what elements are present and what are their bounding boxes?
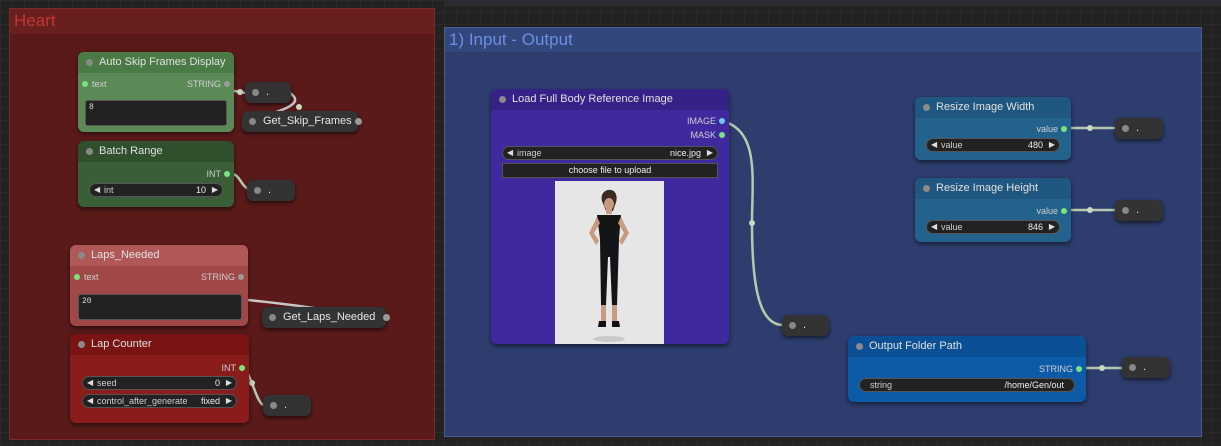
output-label: STRING <box>186 79 221 89</box>
output-label: value <box>1036 124 1058 134</box>
int-output-slot[interactable] <box>239 365 245 371</box>
get-laps-needed-node[interactable]: Get_Laps_Needed <box>262 307 390 328</box>
text-input-slot[interactable] <box>82 81 88 87</box>
increment-arrow-icon[interactable]: ▶ <box>226 377 232 389</box>
text-display-area[interactable]: 20 <box>78 294 242 320</box>
node-collapse-dot[interactable] <box>499 96 506 103</box>
increment-arrow-icon[interactable]: ▶ <box>212 184 218 196</box>
node-collapse-dot[interactable] <box>86 148 93 155</box>
reroute-node[interactable]: . <box>245 82 291 103</box>
output-label: STRING <box>1038 364 1073 374</box>
laps-needed-node[interactable]: Laps_Needed text STRING 20 <box>70 245 248 326</box>
reroute-node[interactable]: . <box>782 315 829 336</box>
node-collapse-dot[interactable] <box>923 185 930 192</box>
node-collapse-dot[interactable] <box>78 341 85 348</box>
image-output-slot[interactable] <box>719 118 725 124</box>
graph-canvas[interactable]: Heart 1) Input - Output Auto Skip Frames… <box>0 0 1221 446</box>
image-combo-widget[interactable]: ◀ image nice.jpg ▶ <box>502 146 718 160</box>
string-output-slot[interactable] <box>238 274 244 280</box>
reroute-node[interactable]: . <box>1115 118 1163 139</box>
input-label: text <box>84 272 99 282</box>
value-widget[interactable]: ◀ value 846 ▶ <box>926 220 1060 234</box>
decrement-arrow-icon[interactable]: ◀ <box>87 377 93 389</box>
heart-group-title: Heart <box>14 11 56 30</box>
value-widget[interactable]: ◀ value 480 ▶ <box>926 138 1060 152</box>
canvas-top-strip <box>445 0 1221 6</box>
node-title: Load Full Body Reference Image <box>512 93 673 105</box>
auto-skip-frames-node[interactable]: Auto Skip Frames Display text STRING 8 <box>78 52 234 132</box>
get-skip-frames-node[interactable]: Get_Skip_Frames <box>242 111 362 132</box>
output-label: MASK <box>690 130 716 140</box>
output-slot[interactable] <box>383 314 390 321</box>
increment-arrow-icon[interactable]: ▶ <box>1049 221 1055 233</box>
io-group-title: 1) Input - Output <box>449 30 573 49</box>
resize-width-node[interactable]: Resize Image Width value ◀ value 480 ▶ <box>915 97 1071 160</box>
node-collapse-dot[interactable] <box>86 59 93 66</box>
decrement-arrow-icon[interactable]: ◀ <box>94 184 100 196</box>
reroute-node[interactable]: . <box>1122 357 1170 378</box>
node-collapse-dot[interactable] <box>856 343 863 350</box>
previous-arrow-icon[interactable]: ◀ <box>87 395 93 407</box>
output-label: INT <box>221 363 237 373</box>
int-widget[interactable]: ◀ int 10 ▶ <box>89 183 223 197</box>
input-label: text <box>92 79 107 89</box>
reroute-node[interactable]: . <box>263 395 311 416</box>
output-slot[interactable] <box>355 118 362 125</box>
control-after-generate-widget[interactable]: ◀ control_after_generate fixed ▶ <box>82 394 237 408</box>
lap-counter-node[interactable]: Lap Counter INT ◀ seed 0 ▶ ◀ control_aft… <box>70 334 249 423</box>
output-label: IMAGE <box>686 116 716 126</box>
output-folder-node[interactable]: Output Folder Path STRING string /home/G… <box>848 336 1086 402</box>
node-title: Resize Image Width <box>936 101 1035 113</box>
increment-arrow-icon[interactable]: ▶ <box>1049 139 1055 151</box>
node-title: Resize Image Height <box>936 182 1039 194</box>
output-label: INT <box>206 169 222 179</box>
text-input-slot[interactable] <box>74 274 80 280</box>
previous-arrow-icon[interactable]: ◀ <box>507 147 513 159</box>
value-output-slot[interactable] <box>1061 126 1067 132</box>
string-output-slot[interactable] <box>224 81 230 87</box>
output-label: value <box>1036 206 1058 216</box>
load-image-node[interactable]: Load Full Body Reference Image IMAGE MAS… <box>491 89 729 344</box>
text-display-area[interactable]: 8 <box>85 100 227 126</box>
value-output-slot[interactable] <box>1061 208 1067 214</box>
batch-range-node[interactable]: Batch Range INT ◀ int 10 ▶ <box>78 141 234 207</box>
reroute-node[interactable]: . <box>247 180 295 201</box>
string-widget[interactable]: string /home/Gen/out <box>859 378 1075 392</box>
node-title: Laps_Needed <box>91 249 160 261</box>
output-label: STRING <box>200 272 235 282</box>
node-collapse-dot[interactable] <box>78 252 85 259</box>
mask-output-slot[interactable] <box>719 132 725 138</box>
decrement-arrow-icon[interactable]: ◀ <box>931 139 937 151</box>
string-output-slot[interactable] <box>1076 366 1082 372</box>
decrement-arrow-icon[interactable]: ◀ <box>931 221 937 233</box>
int-output-slot[interactable] <box>224 171 230 177</box>
seed-widget[interactable]: ◀ seed 0 ▶ <box>82 376 237 390</box>
node-title: Auto Skip Frames Display <box>99 56 226 68</box>
image-preview <box>555 181 664 344</box>
next-arrow-icon[interactable]: ▶ <box>707 147 713 159</box>
choose-file-button[interactable]: choose file to upload <box>502 163 718 178</box>
person-photo-icon <box>555 181 664 344</box>
node-title: Batch Range <box>99 145 163 157</box>
reroute-node[interactable]: . <box>1115 200 1163 221</box>
resize-height-node[interactable]: Resize Image Height value ◀ value 846 ▶ <box>915 178 1071 242</box>
node-title: Output Folder Path <box>869 340 962 352</box>
node-collapse-dot[interactable] <box>923 104 930 111</box>
next-arrow-icon[interactable]: ▶ <box>226 395 232 407</box>
node-title: Lap Counter <box>91 338 152 350</box>
